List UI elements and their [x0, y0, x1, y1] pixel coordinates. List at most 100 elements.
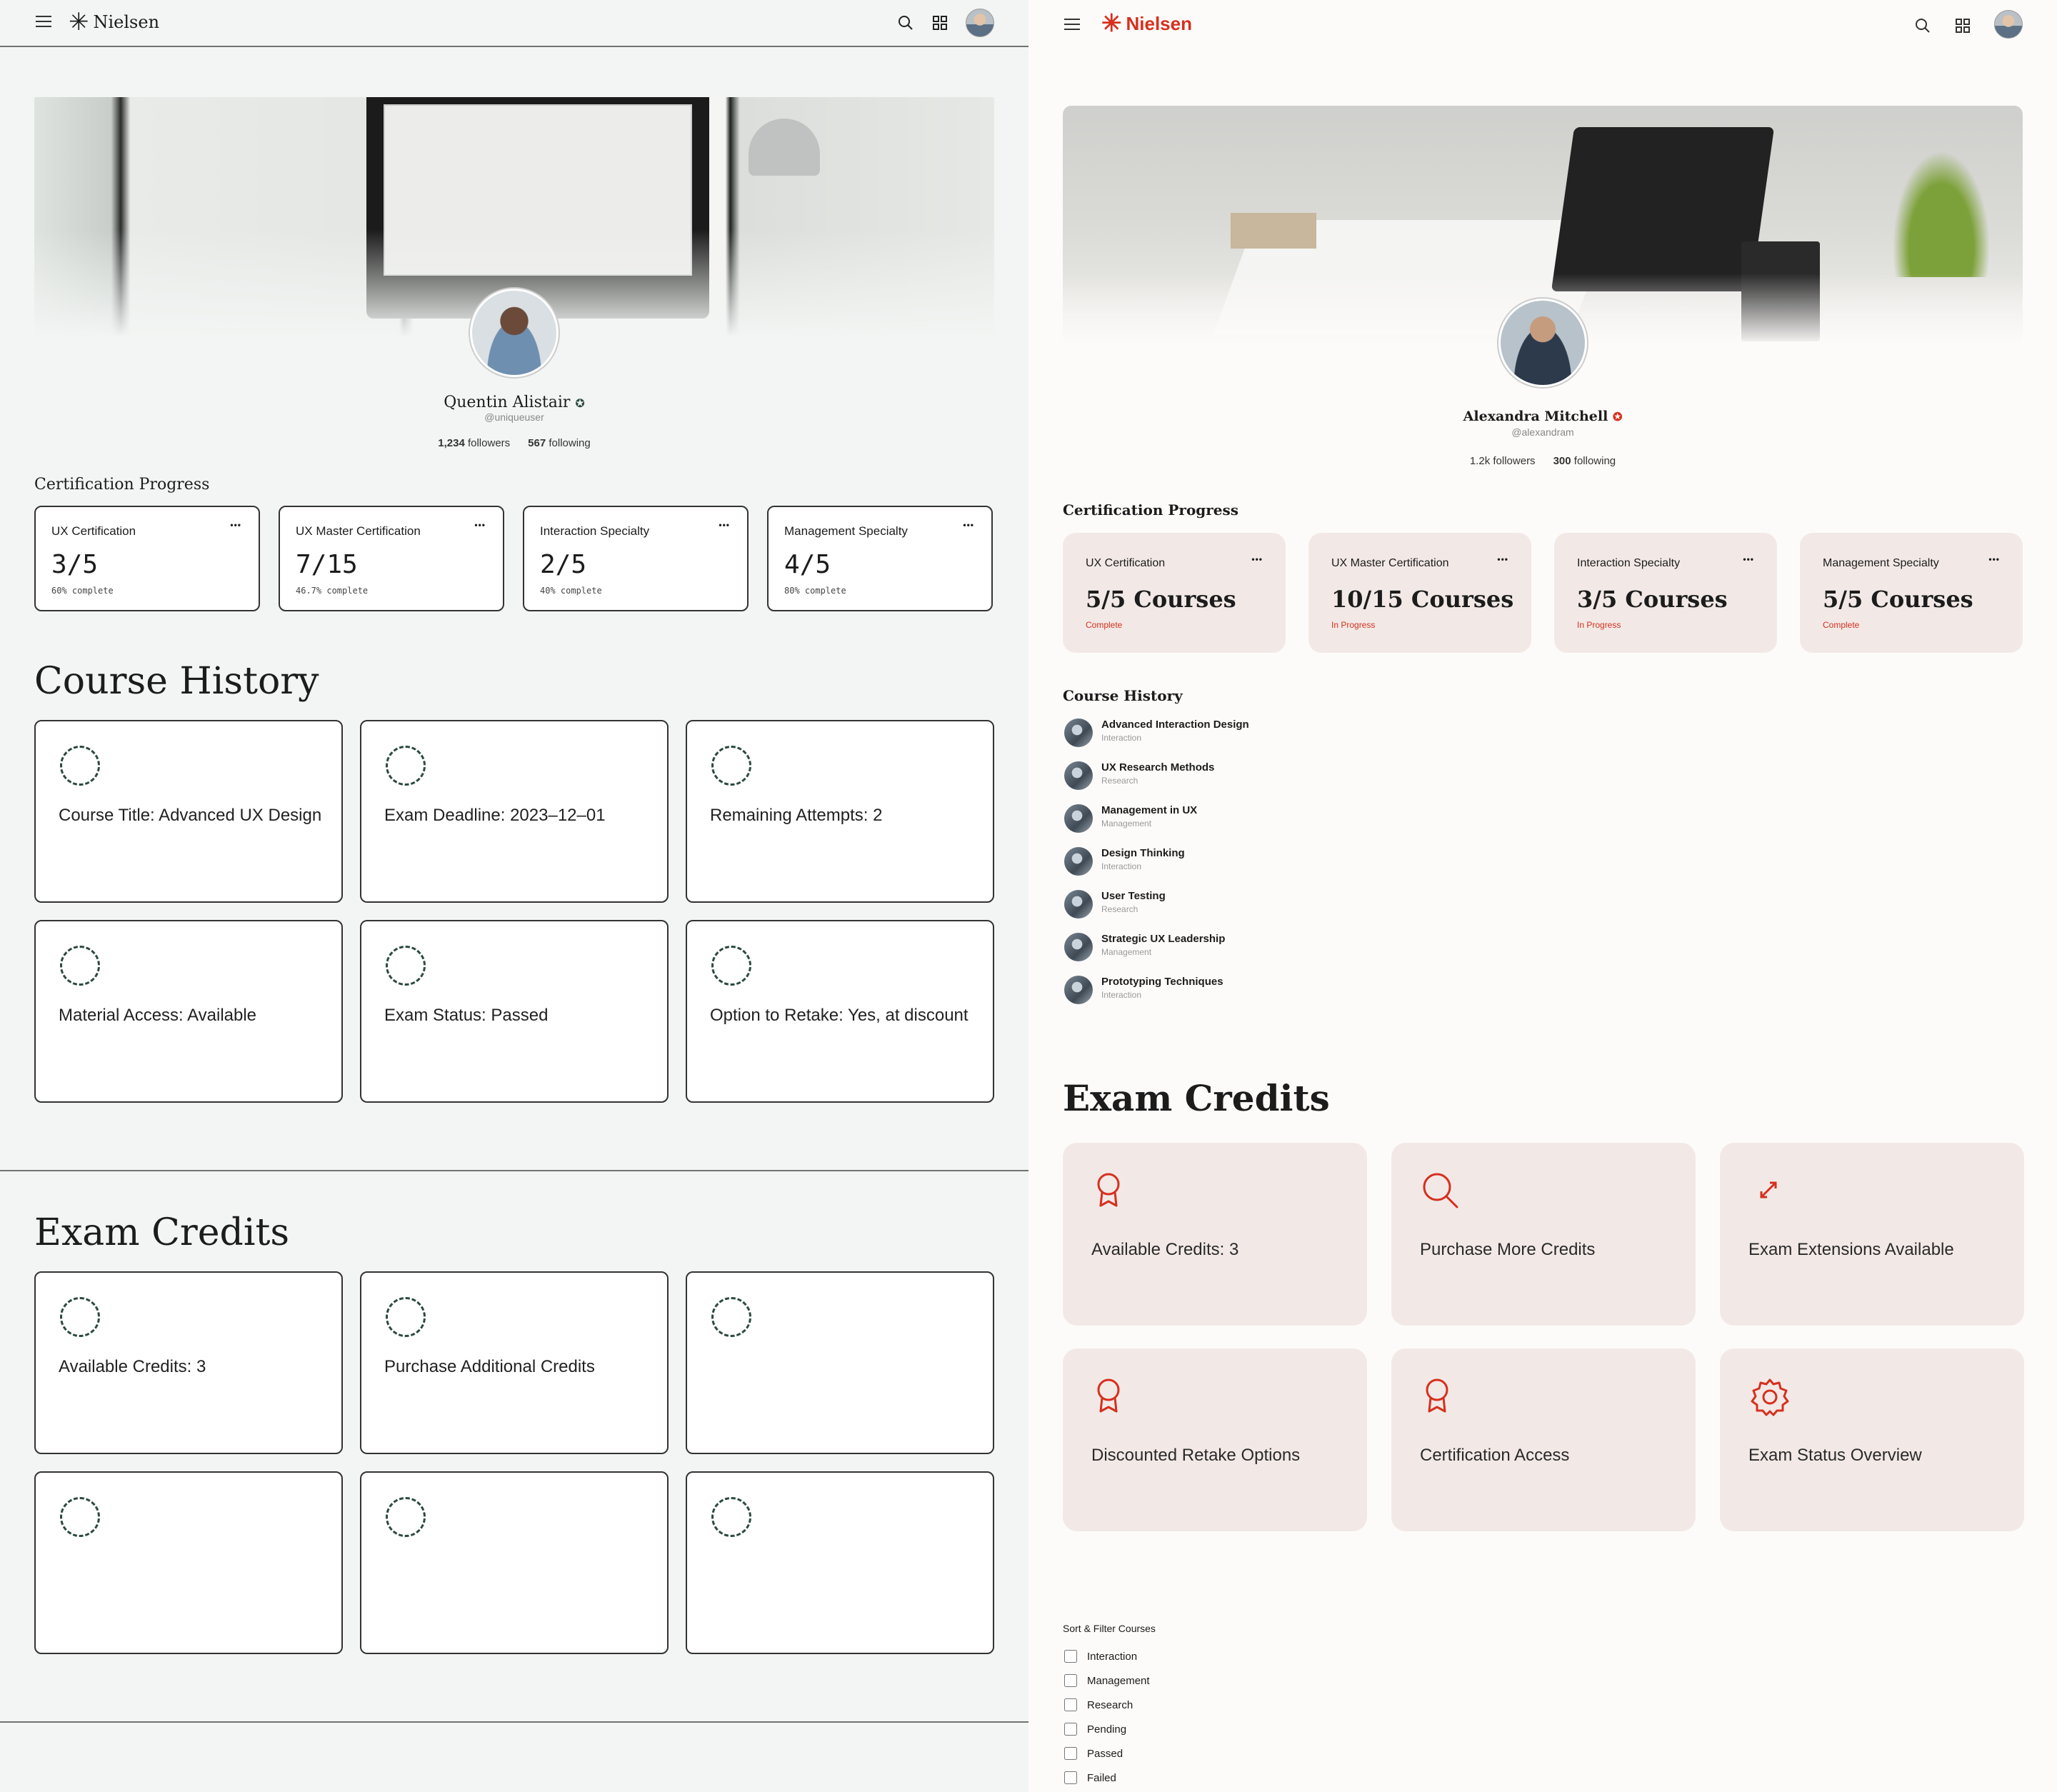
more-options-icon[interactable]: •••: [1988, 554, 2000, 564]
tile-label: Exam Extensions Available: [1748, 1240, 1954, 1259]
certification-progress-text: 80% complete: [784, 586, 846, 596]
more-options-icon[interactable]: •••: [474, 520, 486, 530]
filter-option[interactable]: Failed: [1064, 1771, 1116, 1784]
tile-label: Discounted Retake Options: [1091, 1446, 1301, 1465]
certification-card[interactable]: Management Specialty ••• 5/5 Courses Comple…: [1800, 533, 2023, 653]
certification-card[interactable]: UX Certification ••• 5/5 Courses Complete: [1063, 533, 1286, 653]
info-tile[interactable]: Course Title: Advanced UX Design: [34, 720, 343, 903]
certification-card[interactable]: UX Certification ••• 3/5 60% complete: [34, 506, 260, 611]
filter-option[interactable]: Management: [1064, 1674, 1150, 1687]
filter-checkbox[interactable]: [1064, 1674, 1077, 1687]
tile-label: Exam Status Overview: [1748, 1446, 1922, 1465]
filter-label: Management: [1087, 1674, 1150, 1687]
certification-value: 4/5: [784, 550, 831, 579]
filter-label: Pending: [1087, 1723, 1127, 1736]
filter-option[interactable]: Pending: [1064, 1723, 1126, 1736]
placeholder-circle-icon: [60, 746, 100, 786]
course-history-item[interactable]: Management in UX Management: [1064, 803, 1350, 837]
menu-icon[interactable]: [1064, 19, 1080, 31]
filter-checkbox[interactable]: [1064, 1650, 1077, 1663]
course-thumbnail: [1064, 933, 1093, 961]
user-avatar[interactable]: [966, 9, 994, 37]
info-tile[interactable]: Exam Deadline: 2023–12–01: [360, 720, 669, 903]
tile-label: Available Credits: 3: [1091, 1240, 1239, 1259]
filter-checkbox[interactable]: [1064, 1747, 1077, 1760]
followers-count[interactable]: 1.2k: [1470, 455, 1490, 467]
tile-label: Material Access: Available: [59, 1006, 257, 1025]
placeholder-circle-icon: [60, 1297, 100, 1337]
more-options-icon[interactable]: •••: [719, 520, 730, 530]
search-icon[interactable]: [897, 14, 914, 31]
info-tile[interactable]: Purchase Additional Credits: [360, 1271, 669, 1454]
info-tile[interactable]: [34, 1471, 343, 1654]
filter-checkbox[interactable]: [1064, 1698, 1077, 1711]
certification-card[interactable]: UX Master Certification ••• 10/15 Courses I…: [1308, 533, 1531, 653]
filter-checkbox[interactable]: [1064, 1771, 1077, 1784]
course-title: Prototyping Techniques: [1101, 976, 1223, 988]
placeholder-circle-icon: [711, 1297, 751, 1337]
course-thumbnail: [1064, 847, 1093, 876]
filter-option[interactable]: Research: [1064, 1698, 1133, 1711]
filter-checkbox[interactable]: [1064, 1723, 1077, 1736]
filter-label: Failed: [1087, 1771, 1116, 1784]
following-count[interactable]: 300: [1553, 455, 1571, 467]
info-tile[interactable]: Available Credits: 3: [34, 1271, 343, 1454]
profile-avatar[interactable]: [470, 289, 559, 377]
certification-name: Interaction Specialty: [1577, 557, 1681, 569]
verified-badge-icon: ✪: [1612, 410, 1623, 424]
user-avatar[interactable]: [1994, 10, 2023, 39]
expand-icon: [1760, 1181, 1777, 1198]
tile-label: Exam Status: Passed: [384, 1006, 549, 1025]
exam-credit-tile[interactable]: Exam Extensions Available: [1720, 1143, 2024, 1326]
profile-avatar[interactable]: [1498, 299, 1587, 387]
filter-option[interactable]: Passed: [1064, 1747, 1123, 1760]
grid-icon[interactable]: [931, 14, 949, 31]
info-tile[interactable]: [686, 1271, 994, 1454]
course-history-item[interactable]: UX Research Methods Research: [1064, 760, 1350, 794]
grid-icon[interactable]: [1954, 17, 1971, 34]
filter-option[interactable]: Interaction: [1064, 1650, 1137, 1663]
certification-card[interactable]: Interaction Specialty ••• 3/5 Courses In Pr…: [1554, 533, 1777, 653]
menu-icon[interactable]: [36, 16, 51, 29]
placeholder-circle-icon: [60, 946, 100, 986]
search-icon[interactable]: [1914, 17, 1931, 34]
course-history-item[interactable]: User Testing Research: [1064, 889, 1350, 923]
certification-card[interactable]: UX Master Certification ••• 7/15 46.7% comp…: [279, 506, 504, 611]
more-options-icon[interactable]: •••: [963, 520, 974, 530]
exam-credit-tile[interactable]: Available Credits: 3: [1063, 1143, 1367, 1326]
more-options-icon[interactable]: •••: [230, 520, 241, 530]
placeholder-circle-icon: [386, 1497, 426, 1537]
info-tile[interactable]: Remaining Attempts: 2: [686, 720, 994, 903]
course-title: Design Thinking: [1101, 847, 1185, 859]
info-tile[interactable]: Material Access: Available: [34, 920, 343, 1103]
info-tile[interactable]: [686, 1471, 994, 1654]
course-thumbnail: [1064, 804, 1093, 833]
more-options-icon[interactable]: •••: [1743, 554, 1754, 564]
exam-credit-tile[interactable]: Discounted Retake Options: [1063, 1348, 1367, 1531]
info-tile[interactable]: Exam Status: Passed: [360, 920, 669, 1103]
certification-name: Interaction Specialty: [540, 524, 650, 538]
followers-count[interactable]: 1,234: [438, 437, 465, 449]
exam-credit-tile[interactable]: Exam Status Overview: [1720, 1348, 2024, 1531]
logo[interactable]: ✳ Nielsen: [1101, 11, 1192, 36]
more-options-icon[interactable]: •••: [1251, 554, 1263, 564]
more-options-icon[interactable]: •••: [1497, 554, 1508, 564]
following-count[interactable]: 567: [528, 437, 546, 449]
logo[interactable]: ✳ Nielsen: [69, 10, 159, 34]
award-icon: [1097, 1173, 1120, 1207]
tile-label: Purchase More Credits: [1420, 1240, 1596, 1259]
info-tile[interactable]: [360, 1471, 669, 1654]
certification-card[interactable]: Interaction Specialty ••• 2/5 40% complete: [523, 506, 749, 611]
course-history-item[interactable]: Advanced Interaction Design Interaction: [1064, 717, 1350, 751]
followers-label: followers: [1493, 455, 1536, 467]
course-thumbnail: [1064, 976, 1093, 1004]
info-tile[interactable]: Option to Retake: Yes, at discount: [686, 920, 994, 1103]
exam-credit-tile[interactable]: Certification Access: [1391, 1348, 1696, 1531]
course-history-item[interactable]: Design Thinking Interaction: [1064, 846, 1350, 880]
certification-value: 10/15 Courses: [1331, 586, 1514, 613]
divider: [0, 1721, 1028, 1723]
course-history-item[interactable]: Strategic UX Leadership Management: [1064, 931, 1350, 966]
course-history-item[interactable]: Prototyping Techniques Interaction: [1064, 974, 1350, 1008]
certification-card[interactable]: Management Specialty ••• 4/5 80% complete: [767, 506, 993, 611]
exam-credit-tile[interactable]: Purchase More Credits: [1391, 1143, 1696, 1326]
